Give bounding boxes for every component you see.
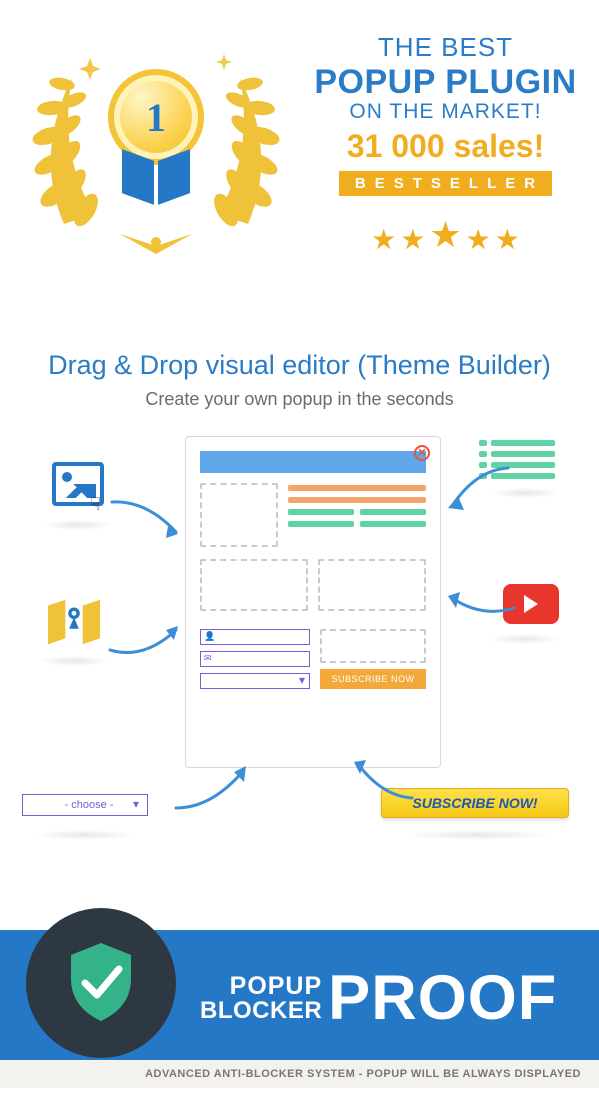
star-icon: ★: [495, 223, 520, 256]
star-icon: ★: [429, 214, 461, 256]
banner-line2: BLOCKER: [200, 999, 322, 1023]
canvas-placeholder: [200, 483, 278, 547]
star-rating: ★ ★ ★ ★ ★: [308, 214, 583, 256]
ribbon-icon: [116, 155, 196, 205]
editor-section: Drag & Drop visual editor (Theme Builder…: [0, 300, 599, 890]
map-widget-icon: [46, 598, 102, 646]
builder-illustration: ✕ 👤 ✉: [10, 430, 589, 870]
close-icon: ✕: [414, 445, 430, 461]
shield-badge: [26, 908, 176, 1058]
advanced-note: ADVANCED ANTI-BLOCKER SYSTEM - POPUP WIL…: [0, 1060, 599, 1088]
canvas-placeholder: [200, 559, 308, 611]
medal-number: 1: [146, 94, 166, 141]
laurel-badge: 1: [16, 24, 296, 264]
star-icon: ★: [466, 223, 491, 256]
select-widget: - choose -: [22, 794, 148, 816]
canvas-placeholder: [318, 559, 426, 611]
star-icon: ★: [371, 223, 396, 256]
canvas-form: 👤 ✉: [200, 629, 310, 689]
bestseller-badge: BESTSELLER: [339, 171, 552, 196]
hero-line2: POPUP PLUGIN: [308, 63, 583, 102]
banner-line3: PROOF: [328, 962, 557, 1034]
canvas-header: [200, 451, 426, 473]
canvas-subscribe-button: SUBSCRIBE NOW: [320, 669, 426, 689]
hero-line1: THE BEST: [308, 32, 583, 63]
medal-icon: 1: [96, 69, 216, 219]
hero-line3: ON THE MARKET!: [308, 100, 583, 124]
hero-text: THE BEST POPUP PLUGIN ON THE MARKET! 31 …: [308, 24, 583, 264]
popup-canvas: ✕ 👤 ✉: [185, 436, 441, 768]
hero-section: 1 THE BEST POPUP PLUGIN ON THE MARKET! 3…: [0, 0, 599, 300]
banner-text: POPUP BLOCKER PROOF: [200, 962, 557, 1034]
hero-sales: 31 000 sales!: [308, 128, 583, 165]
section-title: Drag & Drop visual editor (Theme Builder…: [10, 350, 589, 381]
section-subtitle: Create your own popup in the seconds: [10, 389, 589, 410]
star-icon: ★: [400, 223, 425, 256]
cursor-icon: ☟: [90, 494, 101, 515]
canvas-placeholder: [320, 629, 426, 663]
blocker-proof-banner: POPUP BLOCKER PROOF: [0, 930, 599, 1060]
banner-line1: POPUP: [200, 974, 322, 999]
canvas-textlines: [288, 483, 426, 547]
